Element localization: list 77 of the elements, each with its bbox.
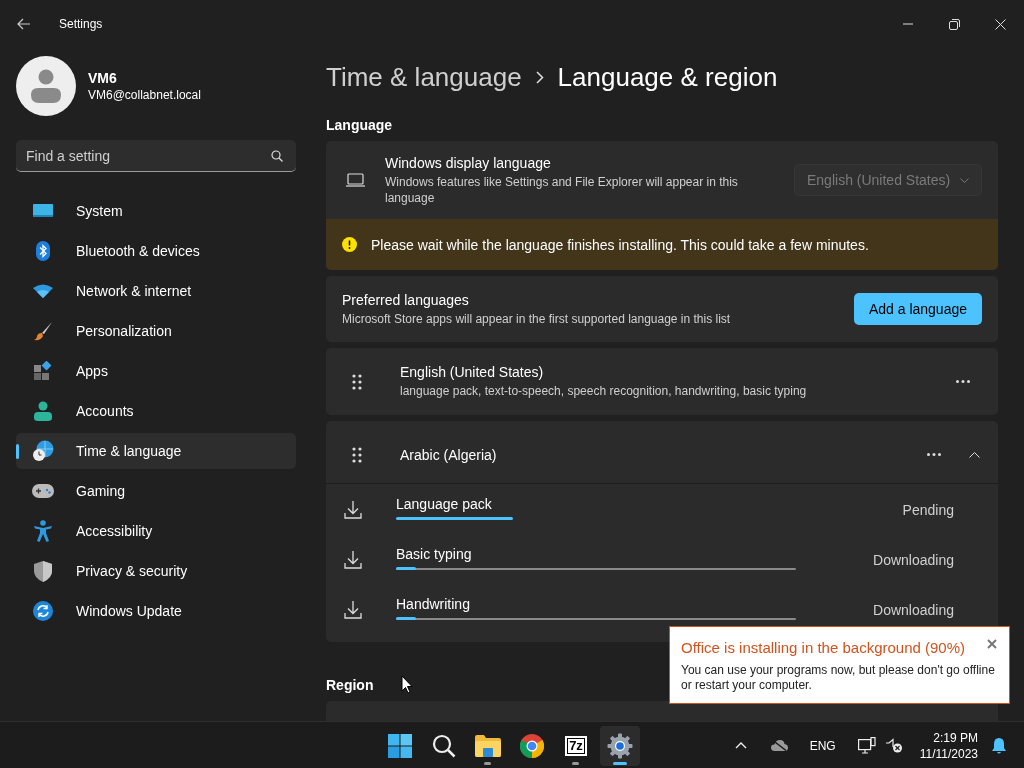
search-icon	[271, 150, 283, 162]
search-icon[interactable]	[432, 733, 456, 758]
input-language-indicator[interactable]: ENG	[800, 738, 845, 753]
setting-title: Preferred languages	[342, 291, 470, 308]
accessibility-figure-icon	[34, 520, 52, 542]
nav-item[interactable]: Accessibility	[16, 513, 296, 549]
search-field[interactable]: Find a setting	[16, 140, 296, 172]
monitor-icon	[33, 203, 53, 219]
avatar	[16, 56, 76, 116]
download-icon	[344, 500, 362, 519]
window-title: Settings	[59, 17, 103, 31]
apps-icon	[33, 361, 53, 381]
person-icon	[34, 401, 52, 421]
chevron-up-icon[interactable]	[734, 742, 747, 749]
component-status: Downloading	[873, 601, 954, 618]
more-icon[interactable]	[927, 453, 941, 456]
wifi-icon	[33, 284, 53, 298]
setting-title: Windows display language	[385, 154, 552, 171]
notification-body: You can use your programs now, but please don't go offline or restart your computer.	[681, 663, 996, 693]
notification-title: Office is installing in the background (90%)	[681, 639, 966, 656]
component-status: Downloading	[873, 551, 954, 568]
nav-item[interactable]: Network & internet	[16, 273, 296, 309]
network-wired-icon[interactable]	[857, 737, 876, 754]
collapse-chevron-icon[interactable]	[969, 451, 980, 458]
drag-handle-icon[interactable]	[352, 373, 362, 390]
globe-clock-icon	[32, 440, 54, 462]
clock-time[interactable]: 2:19 PM	[933, 729, 978, 746]
more-icon[interactable]	[956, 380, 970, 383]
refresh-icon	[33, 601, 53, 621]
component-status: Pending	[902, 501, 954, 518]
user-name: VM6	[88, 70, 118, 86]
laptop-icon	[346, 173, 365, 187]
setting-description: Microsoft Store apps will appear in the first supported language in this list	[342, 310, 732, 327]
nav-item[interactable]: Time & language	[16, 433, 296, 469]
back-arrow-icon[interactable]	[17, 18, 31, 30]
section-heading: Language	[326, 117, 393, 133]
breadcrumb-link[interactable]: Time & language	[326, 61, 522, 93]
nav-item[interactable]: System	[16, 193, 296, 229]
browser-icon[interactable]	[520, 733, 544, 758]
component-name: Handwriting	[396, 596, 471, 612]
archiver-icon[interactable]: 7z	[565, 735, 587, 756]
game-controller-icon	[32, 484, 54, 498]
warning-icon	[342, 237, 357, 252]
page-title: Language & region	[557, 61, 778, 93]
download-icon	[344, 550, 362, 569]
clock-date[interactable]: 11/11/2023	[919, 745, 978, 762]
user-email: VM6@collabnet.local	[88, 88, 201, 102]
language-name: Arabic (Algeria)	[400, 446, 498, 463]
nav-item[interactable]: Windows Update	[16, 593, 296, 629]
add-language-button[interactable]: Add a language	[853, 293, 982, 325]
speaker-muted-icon[interactable]	[884, 738, 903, 753]
nav-item[interactable]: Personalization	[16, 313, 296, 349]
chevron-right-icon	[535, 70, 544, 84]
setting-description: Windows features like Settings and File Explorer will appear in this language	[385, 173, 739, 206]
warning-text: Please wait while the language finishes installing. This could take a few minutes.	[371, 236, 869, 253]
nav-item[interactable]: Bluetooth & devices	[16, 233, 296, 269]
gear-icon[interactable]	[607, 732, 633, 759]
component-name: Language pack	[396, 496, 493, 512]
folder-icon[interactable]	[475, 734, 501, 757]
nav-item[interactable]: Accounts	[16, 393, 296, 429]
bluetooth-icon	[36, 241, 50, 261]
bell-icon[interactable]	[992, 737, 1006, 754]
component-name: Basic typing	[396, 546, 473, 562]
language-name: English (United States)	[400, 364, 545, 380]
nav-item[interactable]: Privacy & security	[16, 553, 296, 589]
cloud-off-icon[interactable]	[770, 740, 788, 751]
download-icon	[344, 600, 362, 619]
section-heading: Region	[326, 677, 374, 693]
chevron-down-icon	[960, 177, 969, 183]
drag-handle-icon[interactable]	[352, 446, 362, 463]
maximize-icon[interactable]	[948, 18, 960, 30]
start-icon[interactable]	[388, 733, 412, 758]
nav-item[interactable]: Gaming	[16, 473, 296, 509]
language-features: language pack, text-to-speech, speech recognition, handwriting, basic typing	[400, 383, 808, 399]
shield-icon	[34, 560, 52, 582]
mouse-cursor-icon	[401, 675, 413, 694]
nav-item[interactable]: Apps	[16, 353, 296, 389]
